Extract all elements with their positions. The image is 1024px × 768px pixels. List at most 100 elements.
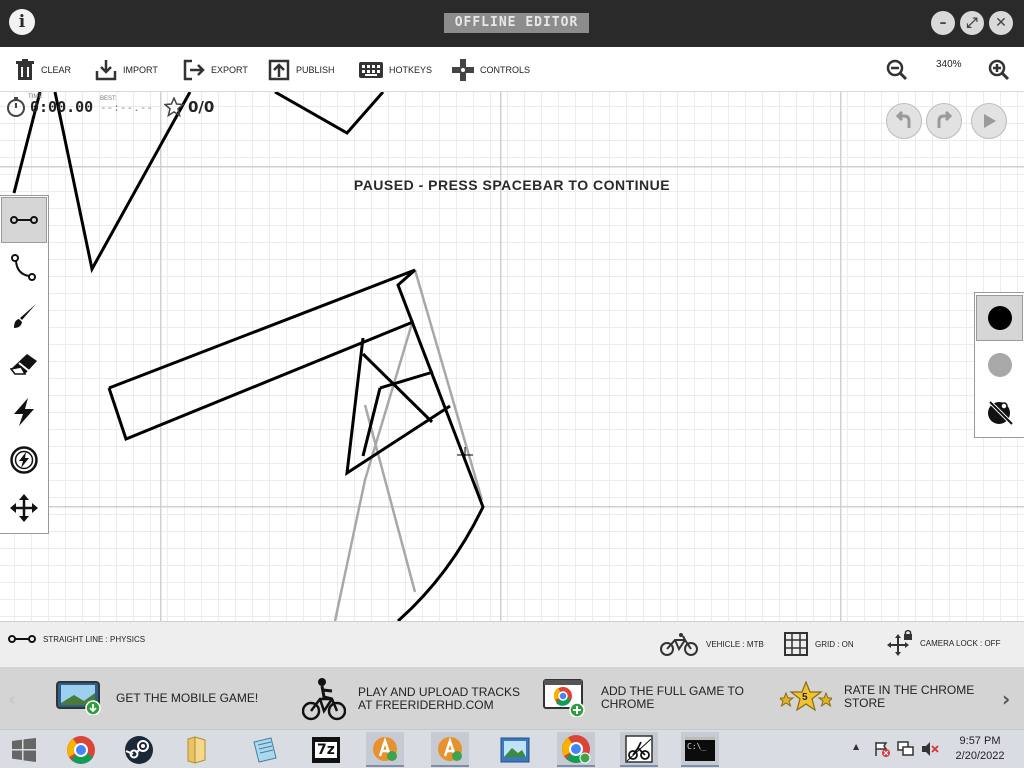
taskbar-app-a[interactable] <box>366 732 404 767</box>
redo-button[interactable] <box>926 103 962 139</box>
publish-icon <box>268 59 290 81</box>
undo-button[interactable] <box>886 103 922 139</box>
left-tool-panel <box>0 195 49 534</box>
title-bar: i OFFLINE EDITOR – ⤢ ✕ <box>0 0 1024 47</box>
straight-line-icon <box>8 635 36 643</box>
no-color-tool[interactable] <box>976 389 1023 435</box>
vehicle-selector[interactable]: VEHICLE : MTB <box>659 632 764 656</box>
7zip-icon: 7z <box>312 736 340 763</box>
current-tool-status: STRAIGHT LINE : PHYSICS <box>8 634 145 644</box>
notepad-icon <box>253 736 277 763</box>
zoom-out-button[interactable] <box>886 59 908 85</box>
maximize-button[interactable]: ⤢ <box>960 11 984 35</box>
taskbar-chrome[interactable] <box>62 732 100 767</box>
move-tool[interactable] <box>1 485 47 531</box>
special-powerup-tool[interactable] <box>1 437 47 483</box>
taskbar-command-prompt[interactable]: C:\_ <box>681 732 719 767</box>
promo-upload-tracks[interactable]: PLAY AND UPLOAD TRACKS AT FREERIDERHD.COM <box>302 677 520 721</box>
taskbar-steam[interactable] <box>120 732 158 767</box>
time-label: TIME <box>28 94 43 100</box>
taskbar-photos[interactable] <box>496 732 534 767</box>
clear-button[interactable]: CLEAR <box>15 58 71 82</box>
photos-icon <box>500 737 530 762</box>
tray-volume[interactable] <box>921 741 939 761</box>
tray-flag[interactable] <box>874 741 890 761</box>
close-button[interactable]: ✕ <box>989 11 1013 35</box>
clock-time: 9:57 PM <box>959 735 1001 747</box>
dpad-icon <box>452 59 474 81</box>
black-dot-icon <box>987 306 1012 330</box>
physics-line <box>274 92 385 135</box>
timer: TIME 0:00.00 <box>6 94 93 118</box>
orange-app-icon <box>373 736 397 761</box>
star-count: 0/0 <box>188 98 215 116</box>
tray-overflow-arrow[interactable]: ▲ <box>853 742 859 751</box>
taskbar-chrome-profile[interactable] <box>557 732 595 767</box>
eraser-icon <box>10 354 37 375</box>
eraser-tool[interactable] <box>1 341 47 387</box>
taskbar-free-rider[interactable] <box>620 732 658 767</box>
network-icon <box>897 741 914 756</box>
redo-icon <box>937 111 953 128</box>
powerup-tool[interactable] <box>1 389 47 435</box>
camera-lock-label: CAMERA LOCK : OFF <box>920 638 1001 648</box>
current-tool-label: STRAIGHT LINE : PHYSICS <box>43 634 146 644</box>
promo-upload-text: PLAY AND UPLOAD TRACKS AT FREERIDERHD.COM <box>358 685 521 712</box>
steam-icon <box>125 735 153 764</box>
grid-icon <box>784 632 808 656</box>
zoom-out-icon <box>886 59 908 81</box>
controls-label: CONTROLS <box>480 65 531 75</box>
promo-prev-arrow[interactable]: ‹ <box>8 687 16 711</box>
brush-icon <box>14 304 36 328</box>
physics-line-tool[interactable] <box>976 295 1023 341</box>
zoom-in-icon <box>988 59 1010 81</box>
promo-chrome-text: ADD THE FULL GAME TO CHROME <box>601 684 744 711</box>
promo-mobile-label: GET THE MOBILE GAME! <box>116 690 259 705</box>
export-label: EXPORT <box>211 65 248 75</box>
start-button[interactable] <box>4 732 44 767</box>
import-icon <box>95 60 117 81</box>
straight-line-icon <box>10 216 38 224</box>
folder-icon <box>187 735 206 764</box>
controls-button[interactable]: CONTROLS <box>452 58 530 82</box>
gray-dot-icon <box>987 353 1012 377</box>
taskbar-notepad[interactable] <box>246 732 284 767</box>
action-center-flag-icon <box>875 742 890 757</box>
scenery-line-tool[interactable] <box>976 342 1023 388</box>
hotkeys-button[interactable]: HOTKEYS <box>359 58 432 82</box>
publish-button[interactable]: PUBLISH <box>268 58 335 82</box>
curve-icon <box>11 254 36 281</box>
promo-add-to-chrome[interactable]: ADD THE FULL GAME TO CHROME <box>543 679 744 717</box>
promo-next-arrow[interactable]: › <box>1002 687 1010 711</box>
promo-rate-text: RATE IN THE CHROME STORE <box>844 683 975 710</box>
info-button[interactable]: i <box>9 9 35 35</box>
taskbar-file-explorer[interactable] <box>178 732 216 767</box>
star-icon <box>164 97 184 117</box>
curve-tool[interactable] <box>1 245 47 291</box>
brush-tool[interactable] <box>1 293 47 339</box>
promo-rate[interactable]: 5 RATE IN THE CHROME STORE <box>780 681 974 713</box>
promo-mobile-game[interactable]: GET THE MOBILE GAME! <box>56 681 258 715</box>
physics-line <box>108 268 485 621</box>
status-bar: STRAIGHT LINE : PHYSICS VEHICLE : MTB GR… <box>0 621 1024 667</box>
bike-icon <box>660 633 698 656</box>
chrome-icon <box>562 734 591 763</box>
camera-lock-toggle[interactable]: CAMERA LOCK : OFF <box>887 630 1000 656</box>
zoom-level: 340% <box>936 59 962 70</box>
import-button[interactable]: IMPORT <box>95 58 158 82</box>
straight-line-tool[interactable] <box>1 197 47 243</box>
grid-label: GRID : ON <box>815 639 854 649</box>
taskbar-clock[interactable]: 9:57 PM 2/20/2022 <box>948 734 1012 764</box>
play-button[interactable] <box>971 103 1007 139</box>
physics-line <box>107 320 414 441</box>
taskbar-7zip[interactable]: 7z <box>307 732 345 767</box>
tray-network[interactable] <box>897 741 915 761</box>
minimize-button[interactable]: – <box>931 11 955 35</box>
track-canvas[interactable] <box>0 92 1024 621</box>
best-time: BEST: --:--.-- <box>100 96 153 114</box>
taskbar-app-b[interactable] <box>431 732 469 767</box>
export-button[interactable]: EXPORT <box>183 58 248 82</box>
zoom-in-button[interactable] <box>988 59 1010 85</box>
camera-lock-icon <box>887 630 912 656</box>
grid-toggle[interactable]: GRID : ON <box>784 632 854 656</box>
